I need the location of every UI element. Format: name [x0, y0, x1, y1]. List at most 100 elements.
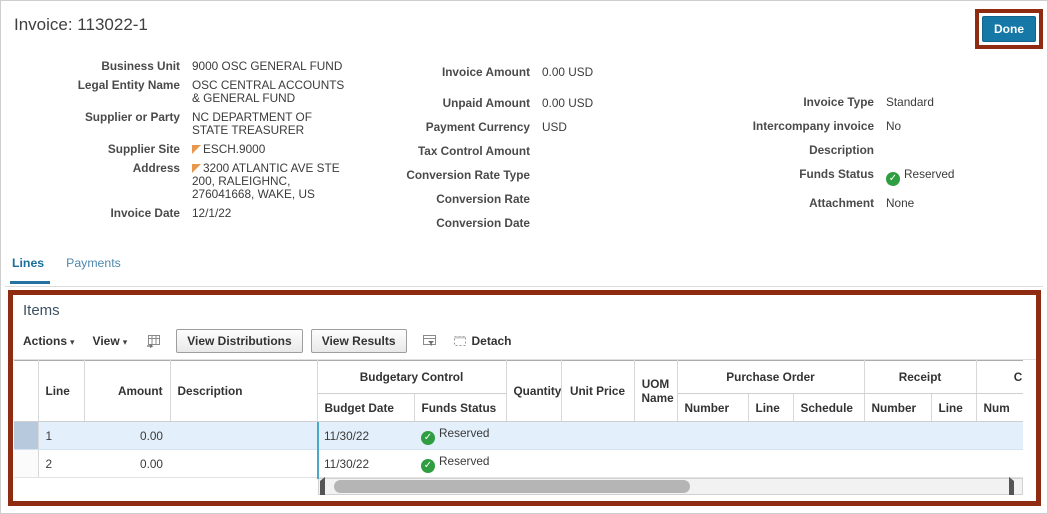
- field-label: Description: [712, 144, 874, 157]
- col-header-uom-name[interactable]: UOM Name: [634, 361, 677, 422]
- cell-description: [170, 422, 317, 450]
- group-header-purchase-order: Purchase Order: [677, 361, 864, 394]
- field-label: Payment Currency: [362, 121, 530, 134]
- field-label: Supplier Site: [12, 143, 180, 156]
- field-supplier-or-party: Supplier or Party NC DEPARTMENT OF STATE…: [12, 111, 362, 137]
- field-value: USD: [542, 121, 567, 134]
- view-results-button[interactable]: View Results: [311, 329, 407, 353]
- field-funds-status: Funds Status ✓Reserved: [712, 168, 1032, 186]
- view-menu[interactable]: View▾: [93, 334, 128, 348]
- cell-po-line: [748, 450, 793, 478]
- field-legal-entity-name: Legal Entity Name OSC CENTRAL ACCOUNTS &…: [12, 79, 362, 105]
- items-panel-title: Items: [23, 302, 1036, 319]
- col-header-receipt-number[interactable]: Number: [864, 394, 931, 422]
- done-button[interactable]: Done: [982, 16, 1036, 42]
- field-label: Attachment: [712, 197, 874, 210]
- row-selector-header: [14, 361, 38, 422]
- field-value: ESCH.9000: [192, 143, 347, 156]
- cell-funds-status: ✓Reserved: [414, 450, 506, 478]
- field-label: Address: [12, 162, 180, 201]
- detach-icon[interactable]: [452, 333, 468, 349]
- field-label: Supplier or Party: [12, 111, 180, 137]
- horizontal-scrollbar[interactable]: [318, 478, 1023, 495]
- field-label: Conversion Date: [362, 217, 530, 230]
- summary-right-column: Invoice Type Standard Intercompany invoi…: [712, 96, 1032, 221]
- col-header-po-schedule[interactable]: Schedule: [793, 394, 864, 422]
- row-selector-cell[interactable]: [14, 450, 38, 478]
- col-header-funds-status[interactable]: Funds Status: [414, 394, 506, 422]
- cell-po-number: [677, 450, 748, 478]
- cell-budget-date: 11/30/22: [317, 450, 414, 478]
- scroll-left-arrow[interactable]: [320, 481, 332, 493]
- field-value: NC DEPARTMENT OF STATE TREASURER: [192, 111, 347, 137]
- cell-consumption-number: [976, 450, 1023, 478]
- cell-line: 1: [38, 422, 84, 450]
- summary-middle-column: Invoice Amount 0.00 USD Unpaid Amount 0.…: [362, 66, 662, 241]
- row-selector-cell[interactable]: [14, 422, 38, 450]
- field-attachment: Attachment None: [712, 197, 1032, 210]
- cell-quantity: [506, 450, 561, 478]
- table-row[interactable]: 1 0.00 11/30/22 ✓Reserved: [14, 422, 1023, 450]
- items-panel: Items Actions▾ View▾ View Distributions …: [8, 290, 1041, 506]
- cell-funds-status: ✓Reserved: [414, 422, 506, 450]
- view-distributions-button[interactable]: View Distributions: [176, 329, 302, 353]
- col-header-description[interactable]: Description: [170, 361, 317, 422]
- cell-po-number: [677, 422, 748, 450]
- field-label: Tax Control Amount: [362, 145, 530, 158]
- col-header-quantity[interactable]: Quantity: [506, 361, 561, 422]
- cell-po-line: [748, 422, 793, 450]
- field-tax-control-amount: Tax Control Amount: [362, 145, 662, 158]
- cell-unit-price: [561, 450, 634, 478]
- field-payment-currency: Payment Currency USD: [362, 121, 662, 134]
- tab-lines[interactable]: Lines: [12, 256, 44, 278]
- field-value: 0.00 USD: [542, 66, 593, 79]
- cell-description: [170, 450, 317, 478]
- field-label: Funds Status: [712, 168, 874, 186]
- tab-payments[interactable]: Payments: [66, 256, 121, 278]
- cell-receipt-line: [931, 422, 976, 450]
- field-label: Unpaid Amount: [362, 97, 530, 110]
- field-value: 3200 ATLANTIC AVE STE 200, RALEIGHNC, 27…: [192, 162, 347, 201]
- corner-flag-icon: [192, 164, 201, 173]
- col-header-receipt-line[interactable]: Line: [931, 394, 976, 422]
- cell-line: 2: [38, 450, 84, 478]
- cell-uom-name: [634, 450, 677, 478]
- field-value: 0.00 USD: [542, 97, 593, 110]
- col-header-amount[interactable]: Amount: [84, 361, 170, 422]
- field-label: Legal Entity Name: [12, 79, 180, 105]
- col-header-line[interactable]: Line: [38, 361, 84, 422]
- frozen-columns-divider[interactable]: [317, 422, 319, 479]
- field-value: 9000 OSC GENERAL FUND: [192, 60, 347, 73]
- detach-label[interactable]: Detach: [472, 334, 512, 348]
- cell-amount: 0.00: [84, 422, 170, 450]
- chevron-down-icon: ▾: [70, 337, 75, 347]
- field-value: None: [886, 197, 914, 210]
- field-supplier-site: Supplier Site ESCH.9000: [12, 143, 362, 156]
- field-value: Standard: [886, 96, 934, 109]
- field-description: Description: [712, 144, 1032, 157]
- chevron-down-icon: ▾: [123, 337, 128, 347]
- items-table: Line Amount Description Budgetary Contro…: [14, 360, 1023, 478]
- cell-po-schedule: [793, 422, 864, 450]
- tab-content-divider: [5, 286, 1043, 287]
- page-title: Invoice: 113022-1: [14, 15, 148, 35]
- export-to-excel-icon[interactable]: [145, 333, 162, 349]
- field-business-unit: Business Unit 9000 OSC GENERAL FUND: [12, 60, 362, 73]
- col-header-po-line[interactable]: Line: [748, 394, 793, 422]
- field-invoice-type: Invoice Type Standard: [712, 96, 1032, 109]
- col-header-po-number[interactable]: Number: [677, 394, 748, 422]
- scroll-right-arrow[interactable]: [1009, 481, 1021, 493]
- field-label: Invoice Type: [712, 96, 874, 109]
- col-header-unit-price[interactable]: Unit Price: [561, 361, 634, 422]
- scrollbar-thumb[interactable]: [334, 480, 690, 493]
- done-annotation-box: Done: [975, 9, 1043, 49]
- col-header-consumption-number[interactable]: Num: [976, 394, 1023, 422]
- field-address: Address 3200 ATLANTIC AVE STE 200, RALEI…: [12, 162, 362, 201]
- actions-menu[interactable]: Actions▾: [23, 334, 75, 348]
- field-value: No: [886, 120, 901, 133]
- corner-flag-icon: [192, 145, 201, 154]
- query-by-example-icon[interactable]: [421, 333, 438, 349]
- table-row[interactable]: 2 0.00 11/30/22 ✓Reserved: [14, 450, 1023, 478]
- col-header-budget-date[interactable]: Budget Date: [317, 394, 414, 422]
- items-toolbar: Actions▾ View▾ View Distributions View R…: [23, 328, 1036, 354]
